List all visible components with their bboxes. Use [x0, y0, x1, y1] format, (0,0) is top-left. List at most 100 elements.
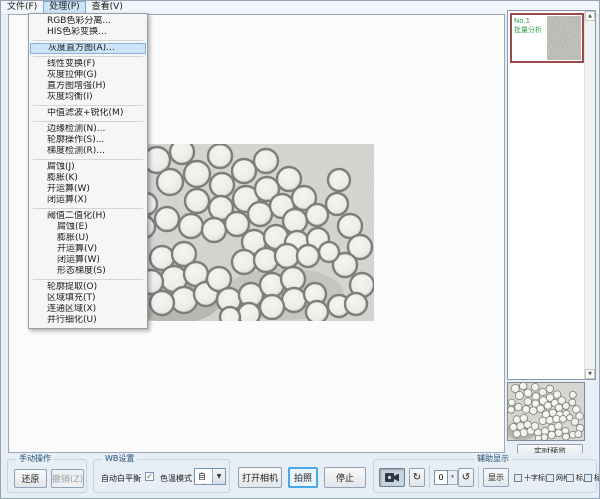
spinner-value: 0 [434, 470, 448, 485]
particle [548, 431, 556, 439]
result-item-line2: 批量分析 [514, 26, 546, 35]
awb-checkbox[interactable]: ✓ [145, 472, 154, 481]
wb-group-label: WB设置 [102, 454, 137, 464]
display-group-label: 辅助显示 [474, 454, 512, 464]
particle [530, 407, 538, 415]
particle [562, 402, 569, 409]
manual-group-label: 手动操作 [16, 454, 54, 464]
preview-thumbnail[interactable] [507, 382, 585, 441]
color-temp-value: 自动 [195, 469, 212, 484]
menu-item-16[interactable]: 腐蚀(J) [30, 162, 146, 173]
result-list-item[interactable]: No.1 批量分析 [510, 13, 584, 63]
particle [560, 415, 567, 422]
particle [541, 434, 548, 440]
menu-item-26[interactable]: 形态梯度(S) [30, 266, 146, 277]
menu-item-21[interactable]: 阈值二值化(H) [30, 211, 146, 222]
option-label: 标注 [594, 473, 600, 483]
menu-item-14[interactable]: 梯度检测(R)... [30, 146, 146, 157]
display-option-3[interactable]: 标注 [584, 473, 600, 483]
awb-label: 自动白平衡 [101, 473, 141, 484]
spinner-down-icon[interactable]: ▾ [448, 470, 458, 485]
listbox-scrollbar[interactable]: ▲ ▼ [584, 11, 595, 379]
separator [429, 466, 430, 488]
refresh-button[interactable]: ↻ [409, 468, 425, 487]
color-temp-label: 色温模式 [160, 473, 192, 484]
menu-item-1[interactable]: HIS色彩变换... [30, 27, 146, 38]
specimen-image-svg [134, 144, 374, 321]
result-item-line1: No.1 [514, 17, 546, 26]
bottom-panel: 手动操作 还原 撤销(Z) WB设置 自动白平衡 ✓ 色温模式 自动 ▼ 打开相… [1, 453, 599, 499]
refresh-icon: ↻ [413, 472, 421, 483]
particle [508, 406, 515, 413]
scroll-up-icon: ▲ [588, 13, 592, 19]
menu-item-24[interactable]: 开运算(V) [30, 244, 146, 255]
menu-separator [33, 56, 143, 57]
menu-item-28[interactable]: 轮廓提取(O) [30, 282, 146, 293]
particle [553, 415, 561, 423]
scroll-down-icon: ▼ [588, 371, 592, 377]
menu-item-31[interactable]: 并行细化(U) [30, 315, 146, 326]
menu-item-23[interactable]: 膨胀(U) [30, 233, 146, 244]
result-item-thumbnail [547, 16, 581, 60]
menu-item-22[interactable]: 腐蚀(E) [30, 222, 146, 233]
particle [520, 429, 528, 437]
particle [508, 399, 515, 406]
menu-item-18[interactable]: 开运算(W) [30, 184, 146, 195]
particle [546, 385, 554, 393]
rotate-button[interactable]: ↺ [458, 468, 474, 487]
check-icon: ✓ [146, 472, 153, 481]
menu-item-5[interactable]: 线性变换(F) [30, 59, 146, 70]
chevron-down-icon: ▼ [212, 469, 225, 484]
video-camera-button[interactable] [379, 468, 405, 487]
menu-item-7[interactable]: 直方图增强(H) [30, 81, 146, 92]
menu-item-3[interactable]: 灰度直方图(A)... [30, 43, 146, 54]
undo-button[interactable]: 撤销(Z) [51, 469, 84, 488]
menu-item-0[interactable]: RGB色彩分离... [30, 16, 146, 27]
menu-item-6[interactable]: 灰度拉伸(G) [30, 70, 146, 81]
open-camera-button[interactable]: 打开相机 [238, 467, 282, 488]
option-checkbox-icon [514, 474, 522, 482]
option-checkbox-icon [584, 474, 592, 482]
menu-separator [33, 279, 143, 280]
particle [569, 391, 576, 398]
menu-item-10[interactable]: 中值滤波+锐化(M) [30, 108, 146, 119]
rotate-icon: ↺ [462, 472, 470, 483]
menu-item-8[interactable]: 灰度均衡(I) [30, 92, 146, 103]
particle [575, 431, 582, 438]
particle [544, 402, 552, 410]
particle [515, 403, 523, 411]
show-button[interactable]: 显示 [483, 468, 509, 487]
menu-item-29[interactable]: 区域填充(T) [30, 293, 146, 304]
capture-button[interactable]: 拍照 [288, 467, 318, 488]
menu-separator [33, 40, 143, 41]
separator [478, 466, 479, 488]
scroll-down-button[interactable]: ▼ [585, 369, 595, 379]
menu-item-25[interactable]: 闭运算(W) [30, 255, 146, 266]
result-listbox: No.1 批量分析 ▲ ▼ [507, 10, 596, 380]
stop-button[interactable]: 停止 [324, 467, 366, 488]
preview-thumbnail-svg [508, 383, 584, 440]
menu-separator [33, 105, 143, 106]
particle [522, 406, 530, 414]
menu-item-13[interactable]: 轮廓操作(S)... [30, 135, 146, 146]
value-spinner[interactable]: 0 ▾ [434, 470, 458, 485]
restore-button[interactable]: 还原 [14, 469, 47, 488]
menu-separator [33, 121, 143, 122]
menu-item-12[interactable]: 边缘检测(N)... [30, 124, 146, 135]
specimen-image[interactable] [134, 144, 374, 321]
color-temp-select[interactable]: 自动 ▼ [194, 468, 226, 485]
option-checkbox-icon [566, 474, 574, 482]
process-menu-dropdown: RGB色彩分离...HIS色彩变换...灰度直方图(A)...线性变换(F)灰度… [28, 13, 148, 329]
scroll-up-button[interactable]: ▲ [585, 11, 595, 21]
menu-item-19[interactable]: 闭运算(X) [30, 195, 146, 206]
option-checkbox-icon [546, 474, 554, 482]
video-camera-icon [385, 472, 400, 483]
menu-item-17[interactable]: 膨胀(K) [30, 173, 146, 184]
result-item-text: No.1 批量分析 [512, 15, 546, 61]
app-window: 文件(F)处理(P)查看(V) RGB色彩分离...H [0, 0, 600, 499]
particle [515, 391, 523, 399]
menu-item-30[interactable]: 连通区域(X) [30, 304, 146, 315]
particle [519, 383, 527, 390]
particle [531, 383, 539, 391]
menu-separator [33, 159, 143, 160]
